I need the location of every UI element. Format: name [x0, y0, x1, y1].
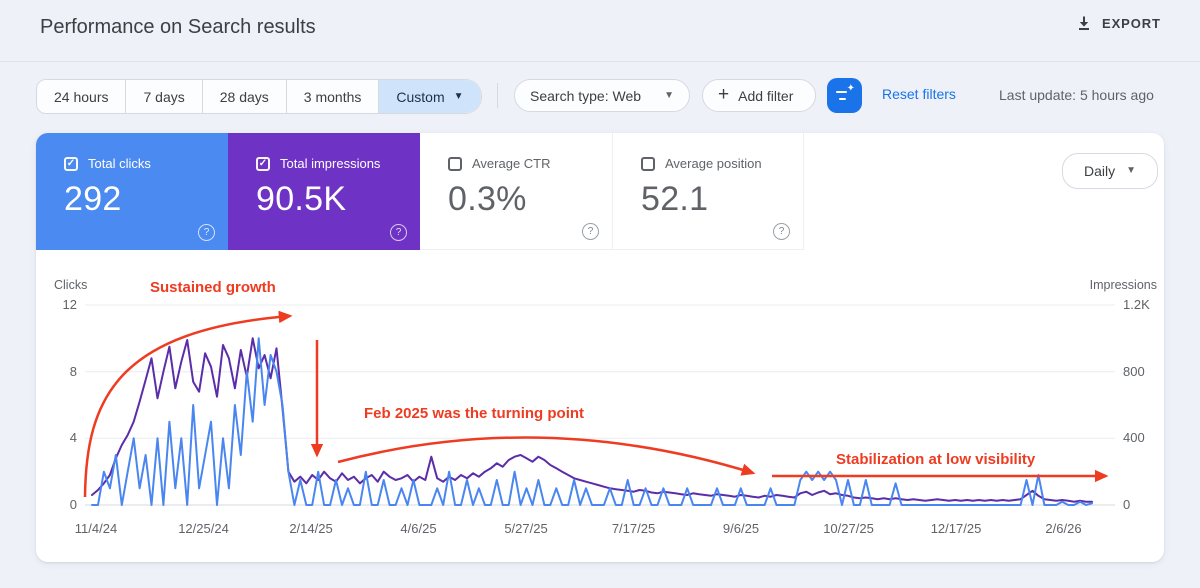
export-label: EXPORT	[1102, 16, 1161, 31]
help-circle-icon[interactable]: ?	[582, 223, 599, 240]
tab-24-hours[interactable]: 24 hours	[37, 80, 125, 113]
filter-settings-button[interactable]: ✦	[827, 78, 862, 113]
checkbox-unchecked-icon[interactable]	[448, 157, 462, 171]
help-circle-icon[interactable]: ?	[198, 224, 215, 241]
checkbox-checked-icon[interactable]: ✓	[256, 157, 270, 171]
tune-sparkle-icon: ✦	[836, 88, 854, 104]
checkbox-checked-icon[interactable]: ✓	[64, 157, 78, 171]
metric-value: 52.1	[641, 180, 803, 219]
granularity-dropdown[interactable]: Daily ▼	[1062, 153, 1158, 189]
export-button[interactable]: EXPORT	[1076, 15, 1161, 31]
reset-filters-link[interactable]: Reset filters	[882, 86, 956, 102]
metric-card-average-position[interactable]: Average position 52.1 ?	[612, 133, 804, 250]
metric-card-average-ctr[interactable]: Average CTR 0.3% ?	[420, 133, 612, 250]
right-axis-title: Impressions	[1085, 278, 1157, 292]
caret-down-icon: ▼	[664, 91, 674, 101]
metric-label: Total impressions	[280, 156, 380, 171]
tab-custom-label: Custom	[396, 89, 444, 105]
last-update-text: Last update: 5 hours ago	[999, 87, 1154, 103]
download-icon	[1076, 15, 1092, 31]
tab-28-days[interactable]: 28 days	[202, 80, 286, 113]
caret-down-icon: ▼	[454, 92, 464, 102]
granularity-label: Daily	[1084, 163, 1115, 179]
metric-label: Total clicks	[88, 156, 151, 171]
performance-card: ✓ Total clicks 292 ? ✓ Total impressions…	[36, 133, 1164, 562]
tab-7-days[interactable]: 7 days	[125, 80, 201, 113]
caret-down-icon: ▼	[1126, 166, 1136, 176]
metric-value: 0.3%	[448, 180, 612, 219]
add-filter-label: Add filter	[738, 88, 793, 104]
tab-custom[interactable]: Custom ▼	[378, 80, 480, 113]
metric-card-total-clicks[interactable]: ✓ Total clicks 292 ?	[36, 133, 228, 250]
metric-card-total-impressions[interactable]: ✓ Total impressions 90.5K ?	[228, 133, 420, 250]
help-circle-icon[interactable]: ?	[390, 224, 407, 241]
plus-icon: +	[718, 85, 729, 104]
search-type-dropdown[interactable]: Search type: Web ▼	[514, 79, 690, 112]
metric-label: Average CTR	[472, 156, 551, 171]
tab-3-months[interactable]: 3 months	[286, 80, 379, 113]
add-filter-button[interactable]: + Add filter	[702, 79, 816, 112]
help-circle-icon[interactable]: ?	[773, 223, 790, 240]
left-axis-title: Clicks	[54, 278, 87, 292]
checkbox-unchecked-icon[interactable]	[641, 157, 655, 171]
metric-label: Average position	[665, 156, 762, 171]
metric-value: 90.5K	[256, 180, 420, 219]
search-type-label: Search type: Web	[530, 88, 641, 104]
date-range-tabs: 24 hours 7 days 28 days 3 months Custom …	[36, 79, 482, 114]
header-divider	[0, 61, 1200, 62]
page-title: Performance on Search results	[40, 16, 316, 39]
metric-value: 292	[64, 180, 228, 219]
filter-separator	[497, 83, 498, 108]
